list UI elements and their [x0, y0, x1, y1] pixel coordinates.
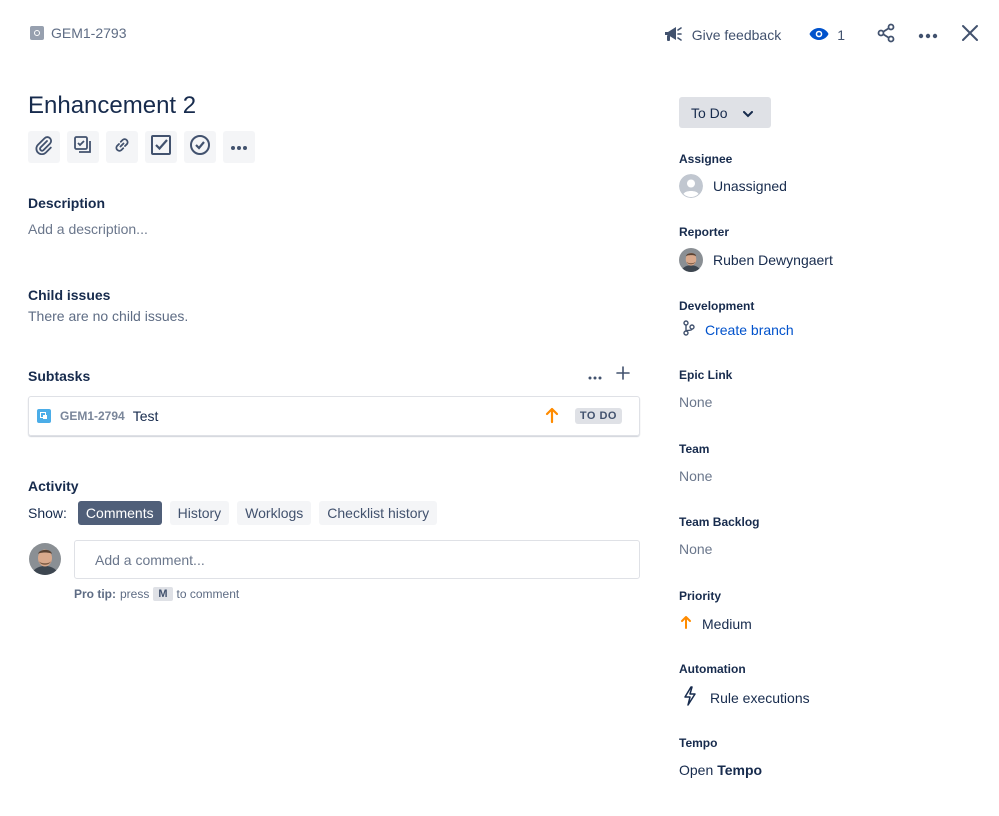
- activity-heading: Activity: [28, 478, 79, 494]
- show-label: Show:: [28, 505, 67, 521]
- lightning-icon: [683, 686, 697, 709]
- priority-value: Medium: [702, 615, 752, 632]
- description-field[interactable]: Add a description...: [28, 221, 148, 237]
- eye-icon: [809, 27, 829, 44]
- priority-label: Priority: [679, 589, 722, 603]
- development-label: Development: [679, 299, 755, 313]
- attach-button[interactable]: [28, 131, 60, 163]
- tab-comments[interactable]: Comments: [77, 501, 162, 525]
- subtasks-actions: [588, 366, 630, 385]
- checklist-button[interactable]: [145, 131, 177, 163]
- issue-key-link[interactable]: GEM1-2793: [51, 25, 126, 41]
- branch-icon: [683, 320, 695, 339]
- give-feedback-label: Give feedback: [691, 27, 782, 43]
- subtask-icon: [73, 135, 93, 160]
- tab-worklogs[interactable]: Worklogs: [237, 501, 312, 525]
- team-backlog-field[interactable]: None: [679, 541, 712, 557]
- approval-button[interactable]: [184, 131, 216, 163]
- chevron-down-icon: [742, 105, 753, 121]
- description-heading: Description: [28, 195, 106, 211]
- more-icon: [588, 367, 602, 384]
- assignee-value: Unassigned: [713, 178, 787, 194]
- comment-input[interactable]: Add a comment...: [74, 540, 640, 579]
- epic-link-field[interactable]: None: [679, 394, 712, 410]
- subtask-row[interactable]: GEM1-2794 Test TO DO: [28, 396, 640, 436]
- more-icon: [230, 138, 248, 156]
- child-issues-empty: There are no child issues.: [28, 308, 189, 324]
- avatar: [29, 543, 61, 575]
- more-actions-button[interactable]: [917, 24, 939, 46]
- rule-executions-label: Rule executions: [710, 689, 810, 706]
- toolbar-more-button[interactable]: [223, 131, 255, 163]
- assignee-field[interactable]: Unassigned: [679, 174, 787, 198]
- tempo-open-text: Open: [679, 762, 714, 778]
- give-feedback-button[interactable]: Give feedback: [663, 25, 782, 46]
- subtasks-more-button[interactable]: [588, 367, 602, 385]
- team-label: Team: [679, 442, 710, 456]
- status-dropdown[interactable]: To Do: [679, 97, 771, 128]
- create-branch-label: Create branch: [705, 321, 794, 338]
- close-button[interactable]: [959, 24, 981, 46]
- add-subtask-button[interactable]: [67, 131, 99, 163]
- automation-label: Automation: [679, 662, 746, 676]
- subtask-key[interactable]: GEM1-2794: [60, 409, 125, 423]
- megaphone-icon: [663, 25, 683, 46]
- watch-button[interactable]: 1: [809, 27, 845, 44]
- reporter-label: Reporter: [679, 225, 730, 239]
- plus-icon: [616, 366, 630, 384]
- add-subtask-plus-button[interactable]: [616, 366, 630, 385]
- tab-history[interactable]: History: [169, 501, 230, 525]
- reporter-field[interactable]: Ruben Dewyngaert: [679, 248, 833, 272]
- priority-medium-icon: [545, 406, 559, 429]
- share-button[interactable]: [875, 23, 897, 48]
- priority-medium-icon: [680, 614, 692, 633]
- subtask-status-badge[interactable]: TO DO: [574, 408, 622, 424]
- link-icon: [112, 135, 132, 160]
- pro-tip-label: Pro tip:: [74, 587, 116, 601]
- team-backlog-label: Team Backlog: [679, 515, 760, 529]
- unassigned-avatar-icon: [679, 174, 703, 198]
- checklist-icon: [150, 134, 172, 161]
- tempo-brand: Tempo: [717, 762, 763, 778]
- link-issue-button[interactable]: [106, 131, 138, 163]
- issue-toolbar: [28, 131, 255, 163]
- tab-checklist-history[interactable]: Checklist history: [319, 501, 438, 525]
- subtask-type-icon: [37, 409, 51, 423]
- tempo-label: Tempo: [679, 736, 718, 750]
- open-tempo-button[interactable]: Open Tempo: [679, 762, 762, 778]
- rule-executions-field[interactable]: Rule executions: [679, 686, 810, 709]
- subtask-summary[interactable]: Test: [133, 408, 159, 424]
- check-circle-icon: [189, 134, 211, 161]
- assignee-label: Assignee: [679, 152, 733, 166]
- avatar: [679, 248, 703, 272]
- header-actions: Give feedback 1: [663, 20, 981, 50]
- close-icon: [961, 24, 979, 47]
- issue-title[interactable]: Enhancement 2: [28, 92, 196, 120]
- paperclip-icon: [34, 135, 54, 160]
- issue-type-icon: [30, 26, 44, 40]
- pro-tip: Pro tip: press M to comment: [74, 587, 239, 601]
- epic-link-label: Epic Link: [679, 368, 733, 382]
- reporter-value: Ruben Dewyngaert: [713, 252, 833, 268]
- pro-tip-press: press: [120, 587, 150, 601]
- activity-filter: Show: Comments History Worklogs Checklis…: [28, 501, 438, 525]
- child-issues-heading: Child issues: [28, 287, 111, 303]
- create-branch-link[interactable]: Create branch: [679, 320, 794, 339]
- breadcrumb: GEM1-2793: [30, 25, 126, 41]
- more-icon: [918, 26, 938, 44]
- status-label: To Do: [691, 104, 728, 121]
- watch-count: 1: [837, 27, 845, 43]
- team-field[interactable]: None: [679, 468, 712, 484]
- subtasks-heading: Subtasks: [28, 368, 91, 384]
- keyboard-shortcut: M: [153, 587, 173, 601]
- priority-field[interactable]: Medium: [679, 614, 752, 633]
- pro-tip-suffix: to comment: [176, 587, 240, 601]
- share-icon: [876, 23, 896, 48]
